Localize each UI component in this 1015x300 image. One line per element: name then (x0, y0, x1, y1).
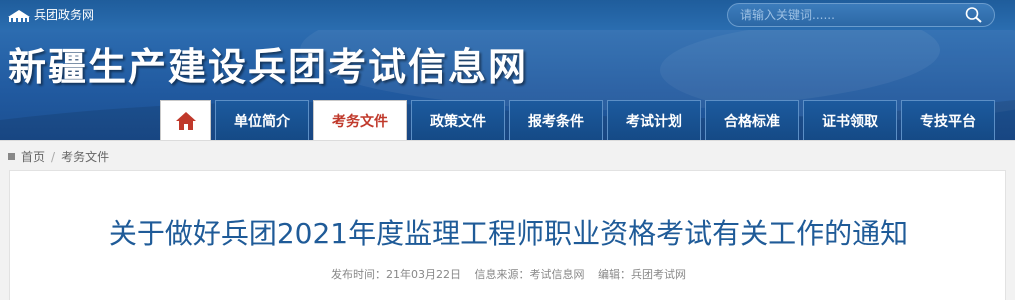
breadcrumb-separator: / (51, 149, 56, 164)
article-panel: 关于做好兵团2021年度监理工程师职业资格考试有关工作的通知 发布时间：21年0… (9, 170, 1006, 300)
nav-tab-exam-docs[interactable]: 考务文件 (313, 100, 407, 140)
nav-tab-eligibility[interactable]: 报考条件 (509, 100, 603, 140)
breadcrumb: 首页 / 考务文件 (8, 148, 109, 165)
portal-link[interactable]: 兵团政务网 (8, 8, 94, 22)
publish-time: 发布时间：21年03月22日 (331, 268, 461, 281)
nav-tab-pass-standard[interactable]: 合格标准 (705, 100, 799, 140)
home-icon (175, 111, 196, 130)
nav-tab-certificate[interactable]: 证书领取 (803, 100, 897, 140)
nav-tab-tech-platform[interactable]: 专技平台 (901, 100, 995, 140)
nav-tab-exam-plan[interactable]: 考试计划 (607, 100, 701, 140)
search-input[interactable] (740, 7, 960, 23)
nav-tab-policy-docs[interactable]: 政策文件 (411, 100, 505, 140)
nav-home[interactable] (160, 100, 211, 140)
breadcrumb-bar: 首页 / 考务文件 (0, 140, 1015, 170)
article-meta: 发布时间：21年03月22日 信息来源：考试信息网 编辑：兵团考试网 (10, 268, 1007, 282)
search-box (727, 3, 995, 27)
building-icon (8, 9, 30, 22)
article-title: 关于做好兵团2021年度监理工程师职业资格考试有关工作的通知 (108, 217, 909, 250)
search-icon[interactable] (964, 6, 984, 24)
site-title: 新疆生产建设兵团考试信息网 (8, 44, 529, 89)
main-nav: 单位简介 考务文件 政策文件 报考条件 考试计划 合格标准 证书领取 专技平台 (160, 100, 995, 140)
top-bar: 兵团政务网 (0, 0, 1015, 30)
breadcrumb-current[interactable]: 考务文件 (61, 148, 109, 165)
bullet-icon (8, 153, 15, 160)
nav-tab-unit-intro[interactable]: 单位简介 (215, 100, 309, 140)
portal-label[interactable]: 兵团政务网 (34, 8, 94, 22)
info-source: 信息来源：考试信息网 (474, 268, 585, 281)
editor: 编辑：兵团考试网 (598, 268, 686, 281)
breadcrumb-home[interactable]: 首页 (21, 148, 45, 165)
